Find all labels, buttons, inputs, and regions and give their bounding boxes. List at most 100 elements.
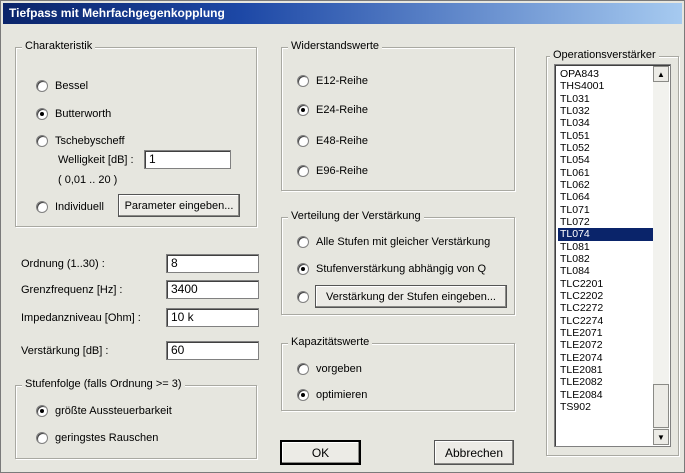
radio-tschebyscheff[interactable]: Tschebyscheff — [36, 135, 125, 147]
radio-e12-label: E12-Reihe — [316, 75, 368, 87]
ordnung-field[interactable]: 8 — [166, 254, 259, 273]
radio-alle-stufen-label: Alle Stufen mit gleicher Verstärkung — [316, 236, 491, 248]
radio-vorgeben-label: vorgeben — [316, 363, 362, 375]
verteilung-legend: Verteilung der Verstärkung — [288, 210, 424, 222]
radio-stufen-eingeben-dot[interactable] — [297, 291, 309, 303]
radio-individuell-dot[interactable] — [36, 201, 48, 213]
opamp-listbox[interactable]: OPA843 THS4001 TL031 TL032 TL034 TL051 TL052 TL… — [554, 64, 671, 447]
welligkeit-field[interactable]: 1 — [144, 150, 231, 169]
radio-optimieren-label: optimieren — [316, 389, 368, 401]
stufenfolge-group: Stufenfolge (falls Ordnung >= 3) — [15, 378, 257, 459]
opamp-list-item[interactable]: TL061 — [558, 167, 653, 179]
radio-groesste-label: größte Aussteuerbarkeit — [55, 405, 172, 417]
radio-e24[interactable]: E24-Reihe — [297, 104, 368, 116]
ok-button[interactable]: OK — [280, 440, 361, 465]
dialog-window: Tiefpass mit Mehrfachgegenkopplung Chara… — [0, 0, 685, 473]
opamp-list-item[interactable]: TL062 — [558, 179, 653, 191]
opamp-list-item[interactable]: TLE2082 — [558, 376, 653, 388]
opamp-list-item[interactable]: TLE2081 — [558, 364, 653, 376]
opamp-list-item[interactable]: TL064 — [558, 191, 653, 203]
triangle-down-icon[interactable]: ▼ — [653, 429, 669, 445]
radio-geringstes-label: geringstes Rauschen — [55, 432, 159, 444]
opamp-list-item[interactable]: TLC2272 — [558, 302, 653, 314]
verstaerkung-field[interactable]: 60 — [166, 341, 259, 360]
opamp-list-item[interactable]: TL082 — [558, 253, 653, 265]
radio-tschebyscheff-dot[interactable] — [36, 135, 48, 147]
opamp-list-item[interactable]: TL084 — [558, 265, 653, 277]
radio-alle-stufen-dot[interactable] — [297, 236, 309, 248]
radio-butterworth[interactable]: Butterworth — [36, 108, 111, 120]
opamp-list-item[interactable]: TLE2084 — [558, 389, 653, 401]
triangle-up-icon[interactable]: ▲ — [653, 66, 669, 82]
radio-e48-dot[interactable] — [297, 135, 309, 147]
kapazitaet-legend: Kapazitätswerte — [288, 336, 373, 348]
opamp-list-item[interactable]: TL071 — [558, 204, 653, 216]
radio-alle-stufen[interactable]: Alle Stufen mit gleicher Verstärkung — [297, 236, 490, 248]
radio-e96-dot[interactable] — [297, 165, 309, 177]
opamp-list-item[interactable]: THS4001 — [558, 80, 653, 92]
opamp-list-item[interactable]: TS902 — [558, 401, 653, 413]
radio-vorgeben-dot[interactable] — [297, 363, 309, 375]
radio-e48-label: E48-Reihe — [316, 135, 368, 147]
radio-optimieren-dot[interactable] — [297, 389, 309, 401]
abbrechen-button[interactable]: Abbrechen — [434, 440, 514, 465]
opamp-list-item[interactable]: TL081 — [558, 241, 653, 253]
radio-e24-dot[interactable] — [297, 104, 309, 116]
ordnung-label: Ordnung (1..30) : — [21, 258, 105, 270]
radio-bessel[interactable]: Bessel — [36, 80, 88, 92]
opamp-list-item[interactable]: TLC2274 — [558, 315, 653, 327]
opamp-list-item[interactable]: TL072 — [558, 216, 653, 228]
grenzfrequenz-field[interactable]: 3400 — [166, 280, 259, 299]
opamp-list-item[interactable]: TL054 — [558, 154, 653, 166]
parameter-eingeben-button[interactable]: Parameter eingeben... — [118, 194, 240, 217]
radio-groesste-dot[interactable] — [36, 405, 48, 417]
radio-geringstes-dot[interactable] — [36, 432, 48, 444]
opamp-scrollbar[interactable]: ▲ ▼ — [653, 66, 669, 445]
radio-bessel-dot[interactable] — [36, 80, 48, 92]
radio-abhaengig-q-dot[interactable] — [297, 263, 309, 275]
opamp-list-item[interactable]: TL051 — [558, 130, 653, 142]
title-bar: Tiefpass mit Mehrfachgegenkopplung — [3, 3, 682, 24]
radio-e24-label: E24-Reihe — [316, 104, 368, 116]
opamp-list-item[interactable]: TLE2071 — [558, 327, 653, 339]
opamp-legend: Operationsverstärker — [550, 49, 659, 61]
opamp-list-item[interactable]: TL031 — [558, 93, 653, 105]
opamp-list[interactable]: OPA843 THS4001 TL031 TL032 TL034 TL051 TL052 TL… — [558, 68, 653, 413]
radio-e48[interactable]: E48-Reihe — [297, 135, 368, 147]
opamp-list-item[interactable]: TLE2074 — [558, 352, 653, 364]
charakteristik-legend: Charakteristik — [22, 40, 96, 52]
welligkeit-range: ( 0,01 .. 20 ) — [58, 174, 118, 186]
radio-abhaengig-q[interactable]: Stufenverstärkung abhängig von Q — [297, 263, 486, 275]
verstaerkung-stufen-button[interactable]: Verstärkung der Stufen eingeben... — [315, 285, 507, 308]
radio-butterworth-dot[interactable] — [36, 108, 48, 120]
opamp-list-item[interactable]: TL032 — [558, 105, 653, 117]
opamp-list-item[interactable]: TL034 — [558, 117, 653, 129]
stufenfolge-legend: Stufenfolge (falls Ordnung >= 3) — [22, 378, 185, 390]
opamp-list-item[interactable]: TLE2072 — [558, 339, 653, 351]
opamp-list-item[interactable]: TLC2202 — [558, 290, 653, 302]
opamp-list-item[interactable]: OPA843 — [558, 68, 653, 80]
opamp-list-item[interactable]: TL074 — [558, 228, 653, 241]
verstaerkung-label: Verstärkung [dB] : — [21, 345, 109, 357]
welligkeit-label: Welligkeit [dB] : — [58, 154, 134, 166]
opamp-list-item[interactable]: TLC2201 — [558, 278, 653, 290]
radio-tschebyscheff-label: Tschebyscheff — [55, 135, 125, 147]
radio-e12[interactable]: E12-Reihe — [297, 75, 368, 87]
impedanz-label: Impedanzniveau [Ohm] : — [21, 312, 141, 324]
radio-stufen-eingeben[interactable] — [297, 291, 309, 303]
impedanz-field[interactable]: 10 k — [166, 308, 259, 327]
radio-optimieren[interactable]: optimieren — [297, 389, 367, 401]
radio-individuell-label: Individuell — [55, 201, 104, 213]
radio-abhaengig-q-label: Stufenverstärkung abhängig von Q — [316, 263, 487, 275]
radio-butterworth-label: Butterworth — [55, 108, 112, 120]
radio-e12-dot[interactable] — [297, 75, 309, 87]
opamp-list-item[interactable]: TL052 — [558, 142, 653, 154]
radio-individuell[interactable]: Individuell — [36, 201, 104, 213]
widerstand-legend: Widerstandswerte — [288, 40, 383, 52]
radio-vorgeben[interactable]: vorgeben — [297, 363, 362, 375]
radio-groesste-aussteuerbarkeit[interactable]: größte Aussteuerbarkeit — [36, 405, 172, 417]
radio-e96[interactable]: E96-Reihe — [297, 165, 368, 177]
grenzfrequenz-label: Grenzfrequenz [Hz] : — [21, 284, 123, 296]
radio-geringstes-rauschen[interactable]: geringstes Rauschen — [36, 432, 158, 444]
scrollbar-thumb[interactable] — [653, 384, 669, 428]
